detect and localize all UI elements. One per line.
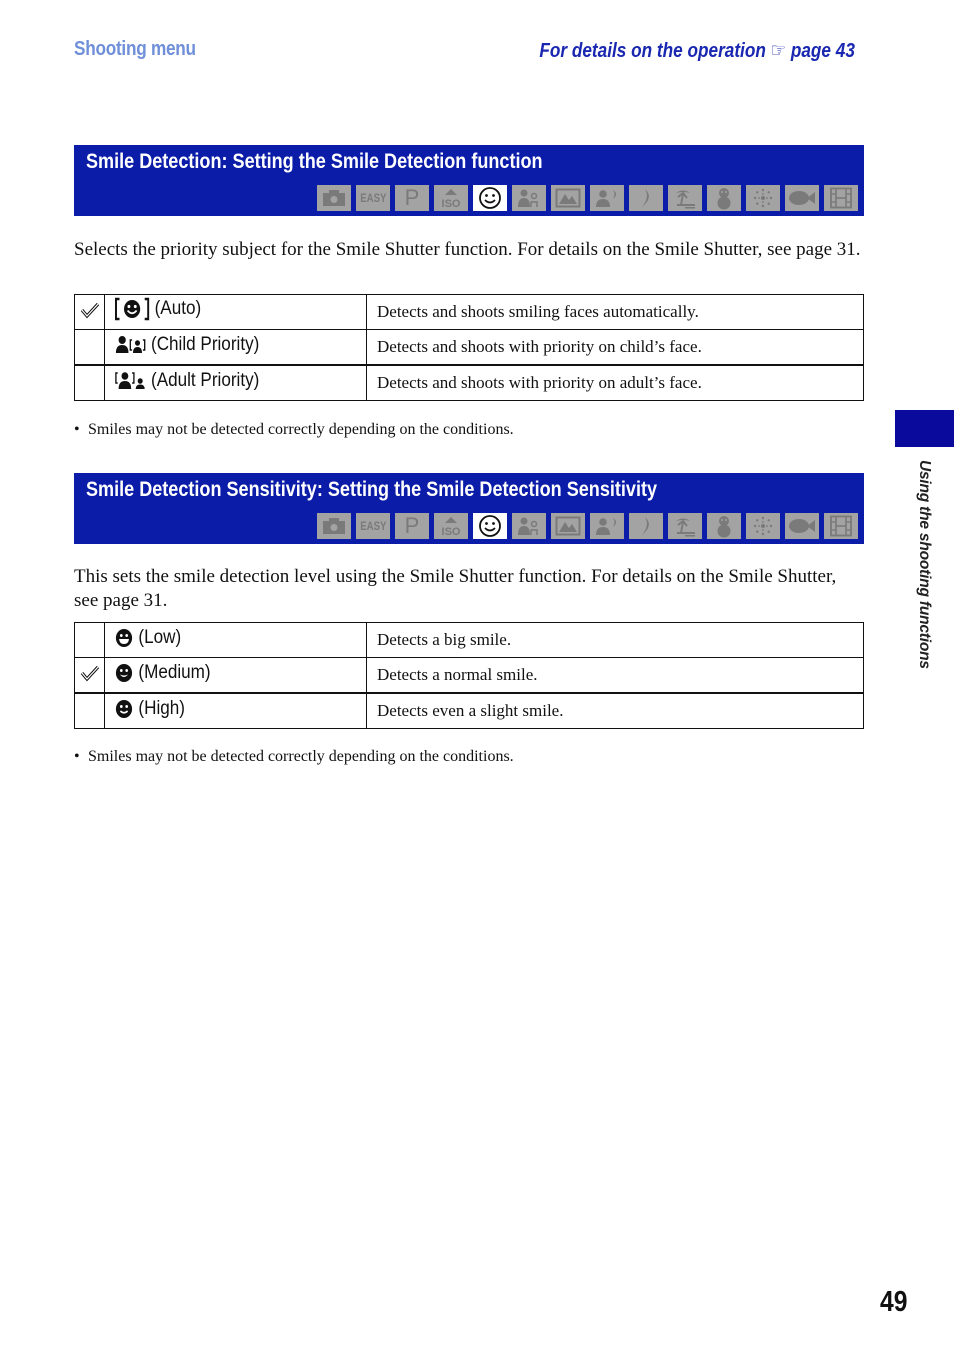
high-iso-icon: ISO <box>434 513 468 539</box>
option-description: Detects and shoots with priority on adul… <box>366 364 864 401</box>
program-mode-icon: P <box>395 513 429 539</box>
mode-icon-strip: EASY P ISO <box>317 513 858 539</box>
option-label: (Medium) <box>138 661 211 683</box>
section-header: Shooting menu <box>74 38 196 60</box>
section-note: • Smiles may not be detected correctly de… <box>74 421 514 439</box>
beach-icon <box>668 513 702 539</box>
easy-mode-icon: EASY <box>356 513 390 539</box>
table-row[interactable]: (Low) Detects a big smile. <box>74 622 864 658</box>
twilight-portrait-icon <box>590 513 624 539</box>
adult-priority-icon <box>115 371 146 391</box>
underwater-icon <box>785 513 819 539</box>
snow-icon <box>707 513 741 539</box>
movie-mode-icon <box>824 185 858 211</box>
option-label: (Adult Priority) <box>151 369 260 391</box>
option-label: (High) <box>138 697 185 719</box>
table-row[interactable]: (Adult Priority) Detects and shoots with… <box>74 364 864 401</box>
easy-mode-icon: EASY <box>356 185 390 211</box>
note-text: Smiles may not be detected correctly dep… <box>88 421 514 438</box>
option-description: Detects a big smile. <box>366 622 864 658</box>
option-description: Detects and shoots with priority on chil… <box>366 329 864 366</box>
default-check-cell <box>74 622 105 658</box>
checkmark-icon <box>80 302 100 323</box>
landscape-icon <box>551 513 585 539</box>
option-description: Detects a normal smile. <box>366 657 864 694</box>
landscape-icon <box>551 185 585 211</box>
underwater-icon <box>785 185 819 211</box>
section-note: • Smiles may not be detected correctly de… <box>74 748 514 766</box>
reference-page-link[interactable]: page 43 <box>791 40 855 62</box>
section-description: This sets the smile detection level usin… <box>74 566 837 611</box>
movie-mode-icon <box>824 513 858 539</box>
options-table-smile-detection: (Auto) Detects and shoots smiling faces … <box>74 294 864 401</box>
chapter-tab[interactable] <box>895 410 954 447</box>
mode-icon-label: P <box>404 185 420 210</box>
bullet-glyph: • <box>74 421 80 438</box>
soft-snap-icon <box>512 185 546 211</box>
note-text: Smiles may not be detected correctly dep… <box>88 748 514 765</box>
table-row[interactable]: (Auto) Detects and shoots smiling faces … <box>74 294 864 330</box>
twilight-portrait-icon <box>590 185 624 211</box>
mode-icon-strip: EASY P ISO <box>317 185 858 211</box>
table-row[interactable]: (Medium) Detects a normal smile. <box>74 657 864 694</box>
default-check-cell <box>74 364 105 401</box>
soft-snap-icon <box>512 513 546 539</box>
default-check-cell <box>74 294 105 330</box>
table-row[interactable]: (High) Detects even a slight smile. <box>74 692 864 729</box>
fireworks-icon <box>746 513 780 539</box>
svg-text:ISO: ISO <box>442 198 461 209</box>
mode-icon-label: P <box>404 513 420 538</box>
chapter-label: Using the shooting functions <box>916 460 933 669</box>
mode-icon-label: EASY <box>359 191 387 205</box>
option-description: Detects even a slight smile. <box>366 692 864 729</box>
option-label: (Auto) <box>154 298 202 319</box>
beach-icon <box>668 185 702 211</box>
auto-camera-icon <box>317 185 351 211</box>
auto-camera-icon <box>317 513 351 539</box>
default-check-cell <box>74 657 105 694</box>
option-description: Detects and shoots smiling faces automat… <box>366 294 864 330</box>
section-title: Smile Detection Sensitivity: Setting the… <box>86 478 658 501</box>
section-banner-smile-detection: Smile Detection: Setting the Smile Detec… <box>74 145 864 216</box>
high-iso-icon: ISO <box>434 185 468 211</box>
fireworks-icon <box>746 185 780 211</box>
option-label: (Low) <box>138 626 182 648</box>
child-priority-icon <box>115 335 146 355</box>
default-check-cell <box>74 692 105 729</box>
twilight-icon <box>629 185 663 211</box>
bullet-glyph: • <box>74 748 80 765</box>
table-row[interactable]: (Child Priority) Detects and shoots with… <box>74 329 864 366</box>
page-number: 49 <box>880 1286 908 1318</box>
option-label: (Child Priority) <box>151 333 260 355</box>
mode-icon-label: EASY <box>359 519 387 533</box>
smile-high-icon <box>115 699 133 719</box>
pointing-hand-icon: ☞ <box>770 40 787 62</box>
section-title: Smile Detection: Setting the Smile Detec… <box>86 150 543 173</box>
program-mode-icon: P <box>395 185 429 211</box>
snow-icon <box>707 185 741 211</box>
smile-low-icon <box>115 628 133 648</box>
auto-face-icon <box>115 297 150 321</box>
operation-reference[interactable]: For details on the operation ☞ page 43 <box>539 38 855 63</box>
smile-shutter-icon <box>473 513 507 539</box>
twilight-icon <box>629 513 663 539</box>
checkmark-icon <box>80 665 100 686</box>
smile-medium-icon <box>115 663 133 683</box>
smile-shutter-icon <box>473 185 507 211</box>
section-description: Selects the priority subject for the Smi… <box>74 239 861 260</box>
reference-text: For details on the operation <box>539 40 766 62</box>
options-table-smile-sensitivity: (Low) Detects a big smile. (Medium) Dete… <box>74 622 864 729</box>
default-check-cell <box>74 329 105 366</box>
svg-text:ISO: ISO <box>442 526 461 537</box>
section-banner-smile-sensitivity: Smile Detection Sensitivity: Setting the… <box>74 473 864 544</box>
